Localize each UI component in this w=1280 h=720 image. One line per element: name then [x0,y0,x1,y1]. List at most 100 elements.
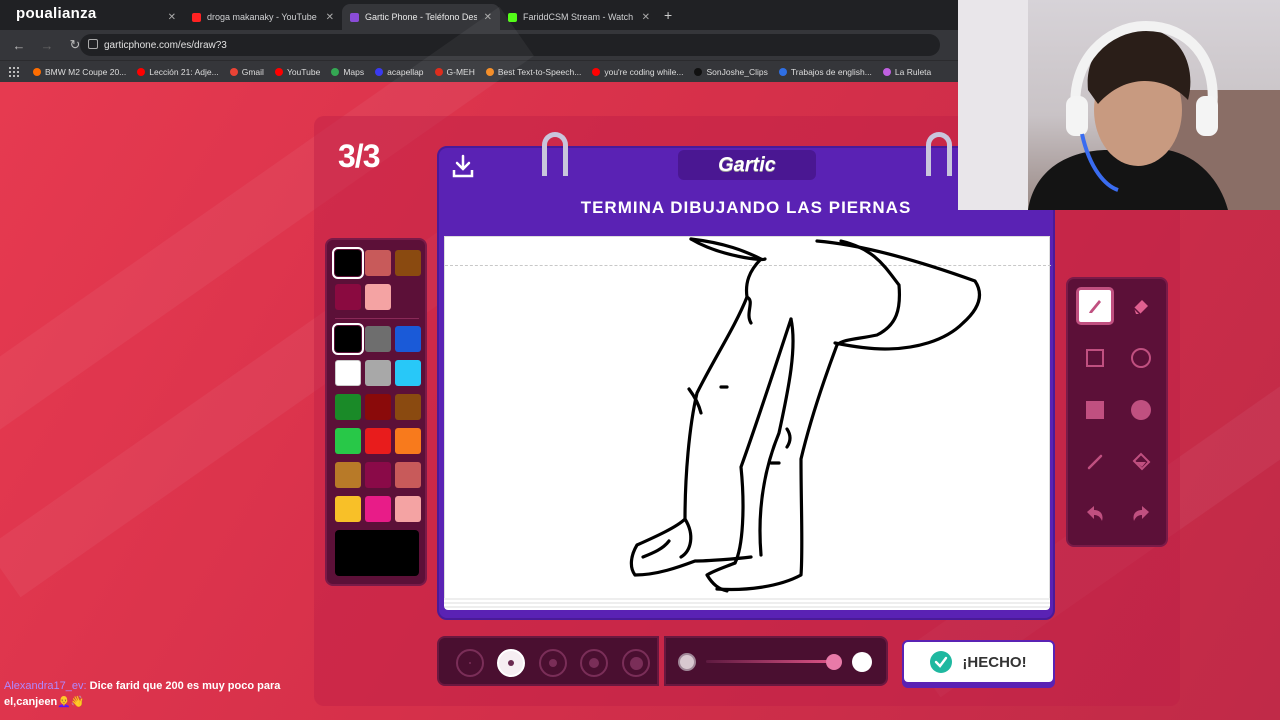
opacity-track[interactable] [706,660,836,663]
bookmark-label: Lección 21: Adje... [149,66,219,77]
download-icon[interactable] [452,154,474,178]
close-icon[interactable]: ✕ [326,12,334,23]
bookmark-label: BMW M2 Coupe 20... [45,66,127,77]
recent-color-swatch[interactable] [365,284,391,310]
bookmark-item[interactable]: Trabajos de english... [778,66,872,77]
opacity-min-icon [678,653,696,671]
bookmark-item[interactable]: BMW M2 Coupe 20... [33,67,126,77]
color-swatch[interactable] [395,326,421,352]
url-text: garticphone.com/es/draw?3 [104,39,227,51]
color-swatch[interactable] [395,428,421,454]
color-swatch[interactable] [365,462,391,488]
apps-icon[interactable] [9,66,19,77]
bookmark-favicon-icon [375,67,384,76]
tab-kick[interactable]: FariddCSM Stream - Watch Live ✕ [500,4,658,30]
bookmark-label: La Ruleta [894,66,932,77]
bookmark-favicon-icon [694,67,703,76]
close-icon[interactable]: ✕ [168,12,176,23]
brush-size-selector [437,636,659,686]
brush-size-1[interactable] [456,649,484,677]
color-swatch[interactable] [395,462,421,488]
tab-youtube[interactable]: droga makanaky - YouTube ✕ [184,4,342,30]
tool-panel [1066,277,1168,547]
color-swatch[interactable] [335,360,361,386]
color-swatch[interactable] [395,360,421,386]
undo-icon[interactable] [1076,495,1114,533]
tab-label: FariddCSM Stream - Watch Live [523,12,635,22]
divider [335,318,419,319]
binder-ring [926,132,952,176]
streamer-name: poualianza [16,5,97,22]
color-swatch[interactable] [332,323,364,355]
bookmark-item[interactable]: YouTube [274,66,321,77]
done-button[interactable]: ¡HECHO! [902,640,1055,684]
circle-outline-icon[interactable] [1122,339,1160,377]
bookmark-item[interactable]: La Ruleta [882,66,932,77]
bookmark-favicon-icon [778,67,787,76]
bookmark-label: you're coding while... [604,66,684,77]
bookmark-item[interactable]: you're coding while... [592,67,683,77]
bookmark-label: Maps [343,66,365,77]
bucket-icon[interactable] [1122,443,1160,481]
color-swatch[interactable] [395,394,421,420]
pencil-icon[interactable] [1076,287,1114,325]
bookmark-label: Gmail [241,66,264,77]
bookmark-label: SonJoshe_Clips [706,66,768,77]
drawing-canvas[interactable] [444,236,1051,600]
bookmark-favicon-icon [331,67,340,76]
eraser-icon[interactable] [1122,287,1160,325]
color-swatch[interactable] [335,428,361,454]
bookmark-item[interactable]: Gmail [229,66,264,77]
color-swatch[interactable] [335,496,361,522]
color-swatch[interactable] [335,462,361,488]
forward-icon[interactable]: → [38,38,56,53]
stream-chat-message: Alexandra17_ev: Dice farid que 200 es mu… [4,678,314,710]
bookmark-favicon-icon [33,67,41,76]
color-swatch[interactable] [395,496,421,522]
back-icon[interactable]: ← [10,38,28,53]
chat-username: Alexandra17_ev: [4,680,87,692]
gartic-logo: Gartic [678,150,816,180]
bookmark-item[interactable]: Lección 21: Adje... [137,66,219,77]
round-counter: 3/3 [338,138,380,174]
bookmark-label: YouTube [286,66,321,77]
color-swatch[interactable] [365,326,391,352]
done-label: ¡HECHO! [962,653,1027,671]
tab-label: droga makanaky - YouTube [207,12,317,22]
new-tab-icon[interactable]: + [664,7,672,23]
close-icon[interactable]: ✕ [642,12,650,23]
opacity-handle[interactable] [826,654,842,670]
bookmark-favicon-icon [137,67,146,76]
bookmark-label: Trabajos de english... [790,66,872,77]
webcam-overlay [958,0,1280,210]
bookmark-favicon-icon [274,67,283,76]
binder-ring [542,132,568,176]
check-icon [930,651,953,673]
color-swatch[interactable] [365,496,391,522]
color-palette [325,238,427,586]
recent-color-swatch[interactable] [332,247,364,279]
redo-icon[interactable] [1122,495,1160,533]
recent-color-swatch[interactable] [365,250,391,276]
brush-size-3[interactable] [539,649,567,677]
color-swatch[interactable] [335,394,361,420]
bookmark-favicon-icon [592,67,601,76]
circle-fill-icon[interactable] [1122,391,1160,429]
brush-size-5[interactable] [622,649,650,677]
color-swatch[interactable] [365,360,391,386]
recent-color-swatch[interactable] [395,250,421,276]
line-icon[interactable] [1076,443,1114,481]
bookmark-item[interactable]: SonJoshe_Clips [694,66,768,77]
recent-color-swatch[interactable] [335,284,361,310]
gartic-icon [350,12,359,22]
site-info-icon[interactable] [88,39,98,49]
rect-fill-icon[interactable] [1076,391,1114,429]
color-swatch[interactable] [365,428,391,454]
rect-outline-icon[interactable] [1076,339,1114,377]
brush-size-4[interactable] [580,649,608,677]
color-swatch[interactable] [365,394,391,420]
bookmark-item[interactable]: Maps [331,67,364,77]
streamer-figure [1028,20,1228,210]
brush-size-2[interactable] [497,649,525,677]
opacity-slider[interactable] [664,636,888,686]
